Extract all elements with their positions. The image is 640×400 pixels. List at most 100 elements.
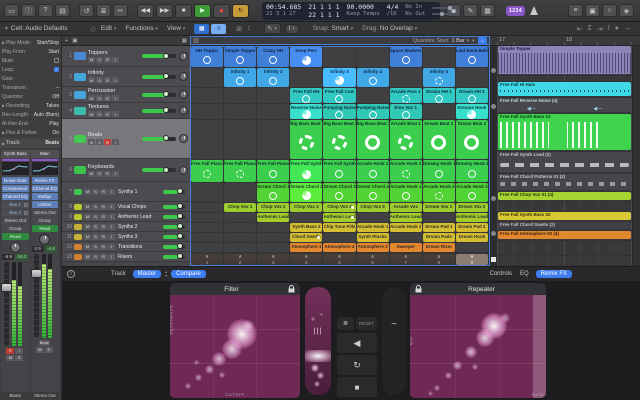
loop-cell[interactable]: Arcade Perc 1 <box>390 88 422 103</box>
loop-cell[interactable]: Dream Vox 1 <box>423 203 455 212</box>
midi-in-icon[interactable]: ↕ <box>247 25 251 32</box>
pan-knob[interactable] <box>39 234 50 245</box>
inspector-row[interactable]: Rec-Length:Auto (Bars) <box>2 110 59 119</box>
region-free-fall-chord-patterns-01-2-[interactable]: Free Fall Chord Patterns 01 (2) <box>498 174 631 190</box>
region-free-fall-reverse-noise-4-[interactable]: Free Fall Reverse Noise (4)◀—◀— <box>498 98 631 112</box>
send-slot[interactable]: Bus 1 <box>2 201 29 208</box>
crossfade-icon[interactable]: ◐ <box>472 38 475 44</box>
pan-knob[interactable] <box>179 52 188 61</box>
pan-knob[interactable] <box>179 72 188 81</box>
loop-cell[interactable]: Big Bass Beat 1 <box>290 120 322 159</box>
solo-button[interactable]: S <box>96 171 103 177</box>
inspector-row-value[interactable]: Beats <box>45 140 59 146</box>
mute-button[interactable]: M <box>88 57 95 63</box>
region-free-fall-hi-hats[interactable]: Free Fall Hi Hats <box>498 82 631 96</box>
pan-knob[interactable] <box>179 166 188 175</box>
empty-cell[interactable] <box>191 120 223 159</box>
loop-cell[interactable]: Anthemic Lead <box>257 213 289 222</box>
scene-trigger-7[interactable]: ∧7 <box>390 254 422 265</box>
catch-playhead-icon[interactable]: ⊞ <box>236 25 242 33</box>
scene-trigger-8[interactable]: ∧8 <box>423 254 455 265</box>
volume-slider[interactable] <box>163 245 185 249</box>
loop-cell[interactable]: Pumping Noise <box>357 104 389 119</box>
solo-button[interactable]: S <box>92 224 99 230</box>
inspector-row-value[interactable]: Start/Stop <box>37 40 59 46</box>
loop-cell[interactable]: Dream Riser <box>423 243 455 252</box>
volume-slider[interactable] <box>163 215 185 219</box>
filter-xy-pad[interactable]: Filter RESONANCE CUTOFF <box>170 283 300 398</box>
loop-cell[interactable]: Crazy HH <box>257 47 289 67</box>
empty-cell[interactable] <box>257 88 289 103</box>
loop-cell[interactable]: Dream Pad 1 <box>423 223 455 232</box>
play-button[interactable]: ▶ <box>194 4 211 18</box>
inspector-row-value[interactable]: Start <box>48 49 59 55</box>
repeater-xy-pad[interactable]: Repeater MIX RATE <box>410 283 546 398</box>
solo-button[interactable]: S <box>96 57 103 63</box>
checkbox[interactable]: ✓ <box>54 67 59 72</box>
solo-button[interactable]: S <box>96 139 103 145</box>
snap-menu[interactable]: Snap: Smart ▾ <box>313 25 353 32</box>
reset-button[interactable]: RESET <box>356 317 377 330</box>
empty-cell[interactable] <box>224 88 256 103</box>
track-header-anthemic-lead[interactable]: 9MSRIAnthemic Lead <box>62 212 190 222</box>
lock-icon[interactable] <box>415 285 422 293</box>
inspector-row[interactable]: At Rec-End:Play <box>2 119 59 128</box>
empty-cell[interactable] <box>323 47 355 67</box>
send-knob[interactable] <box>24 211 28 215</box>
solo-button[interactable]: S <box>96 77 103 83</box>
volume-slider[interactable] <box>142 54 176 58</box>
track-header-synths-2[interactable]: 10MSRISynths 2 <box>62 222 190 232</box>
pointer-tool-menu[interactable]: ↖ ▾ <box>264 23 281 34</box>
record-enable-button[interactable]: R <box>100 204 107 210</box>
inspector-row[interactable]: Play From:Start <box>2 47 59 56</box>
lcd-cycle-start[interactable]: 21 1 1 1 <box>308 3 339 11</box>
plugin-stepper[interactable]: ▴▾ <box>165 270 167 278</box>
loop-cell[interactable]: Infinity 5 <box>423 68 455 87</box>
eq-thumbnail[interactable] <box>32 162 59 175</box>
strip-button[interactable]: Bnce <box>39 340 50 346</box>
toolbar-icon[interactable]: ▤ <box>55 4 70 17</box>
rewind-button[interactable]: ◀◀ <box>137 4 154 18</box>
empty-cell[interactable] <box>423 213 455 222</box>
loop-cell[interactable]: Dream Beat 2 <box>456 120 488 159</box>
solo-icon[interactable]: ▦ <box>480 4 495 17</box>
loop-cell[interactable]: Atmosphere 1 <box>290 243 322 252</box>
loop-cell[interactable]: Chop Vox 5 <box>357 203 389 212</box>
record-enable-button[interactable]: R <box>100 189 107 195</box>
duplicate-track-button[interactable]: ▣ <box>72 38 77 44</box>
mute-button[interactable]: M <box>84 204 91 210</box>
tracks-view-toggle[interactable]: ≡ <box>211 24 226 34</box>
master-tab[interactable]: Master <box>133 270 161 278</box>
automation-slot[interactable]: Read <box>32 225 59 232</box>
loop-cell[interactable]: Dream Chord 2 <box>290 183 322 202</box>
pan-knob[interactable] <box>10 242 21 253</box>
link-button[interactable]: ↔ <box>478 37 488 45</box>
input-monitor-button[interactable]: I <box>112 77 119 83</box>
record-enable-button[interactable]: R <box>104 139 111 145</box>
mute-button[interactable]: M <box>36 347 44 353</box>
empty-cell[interactable] <box>456 243 488 252</box>
loop-cell[interactable]: Dream Vox 2 <box>456 203 488 212</box>
record-enable-button[interactable]: R <box>104 95 111 101</box>
record-enable-button[interactable]: R <box>100 244 107 250</box>
master-level-icon[interactable]: ✎ <box>463 4 478 17</box>
loop-cell[interactable]: Dream Pad 2 <box>456 223 488 232</box>
empty-cell[interactable] <box>290 68 322 87</box>
fader-cap[interactable] <box>31 269 42 278</box>
checkbox[interactable] <box>54 58 59 63</box>
scene-trigger-3[interactable]: ∧3 <box>257 254 289 265</box>
record-enable-button[interactable]: R <box>100 224 107 230</box>
solo-button[interactable]: S <box>92 204 99 210</box>
loop-cell[interactable]: Dream Beat 1 <box>423 120 455 159</box>
input-monitor-button[interactable]: I <box>108 224 115 230</box>
scissors-icon[interactable]: ✂ <box>113 4 128 17</box>
loop-cell[interactable]: Pumping Noise <box>323 104 355 119</box>
info-icon[interactable]: ⓘ <box>21 4 36 17</box>
empty-cell[interactable] <box>257 223 289 232</box>
mute-button[interactable]: M <box>88 77 95 83</box>
fader-cap[interactable] <box>1 283 12 292</box>
volume-fader[interactable] <box>4 262 9 346</box>
empty-cell[interactable] <box>257 243 289 252</box>
loop-cell[interactable]: Arcade Hook 3 <box>456 183 488 202</box>
input-monitor-button[interactable]: I <box>108 244 115 250</box>
